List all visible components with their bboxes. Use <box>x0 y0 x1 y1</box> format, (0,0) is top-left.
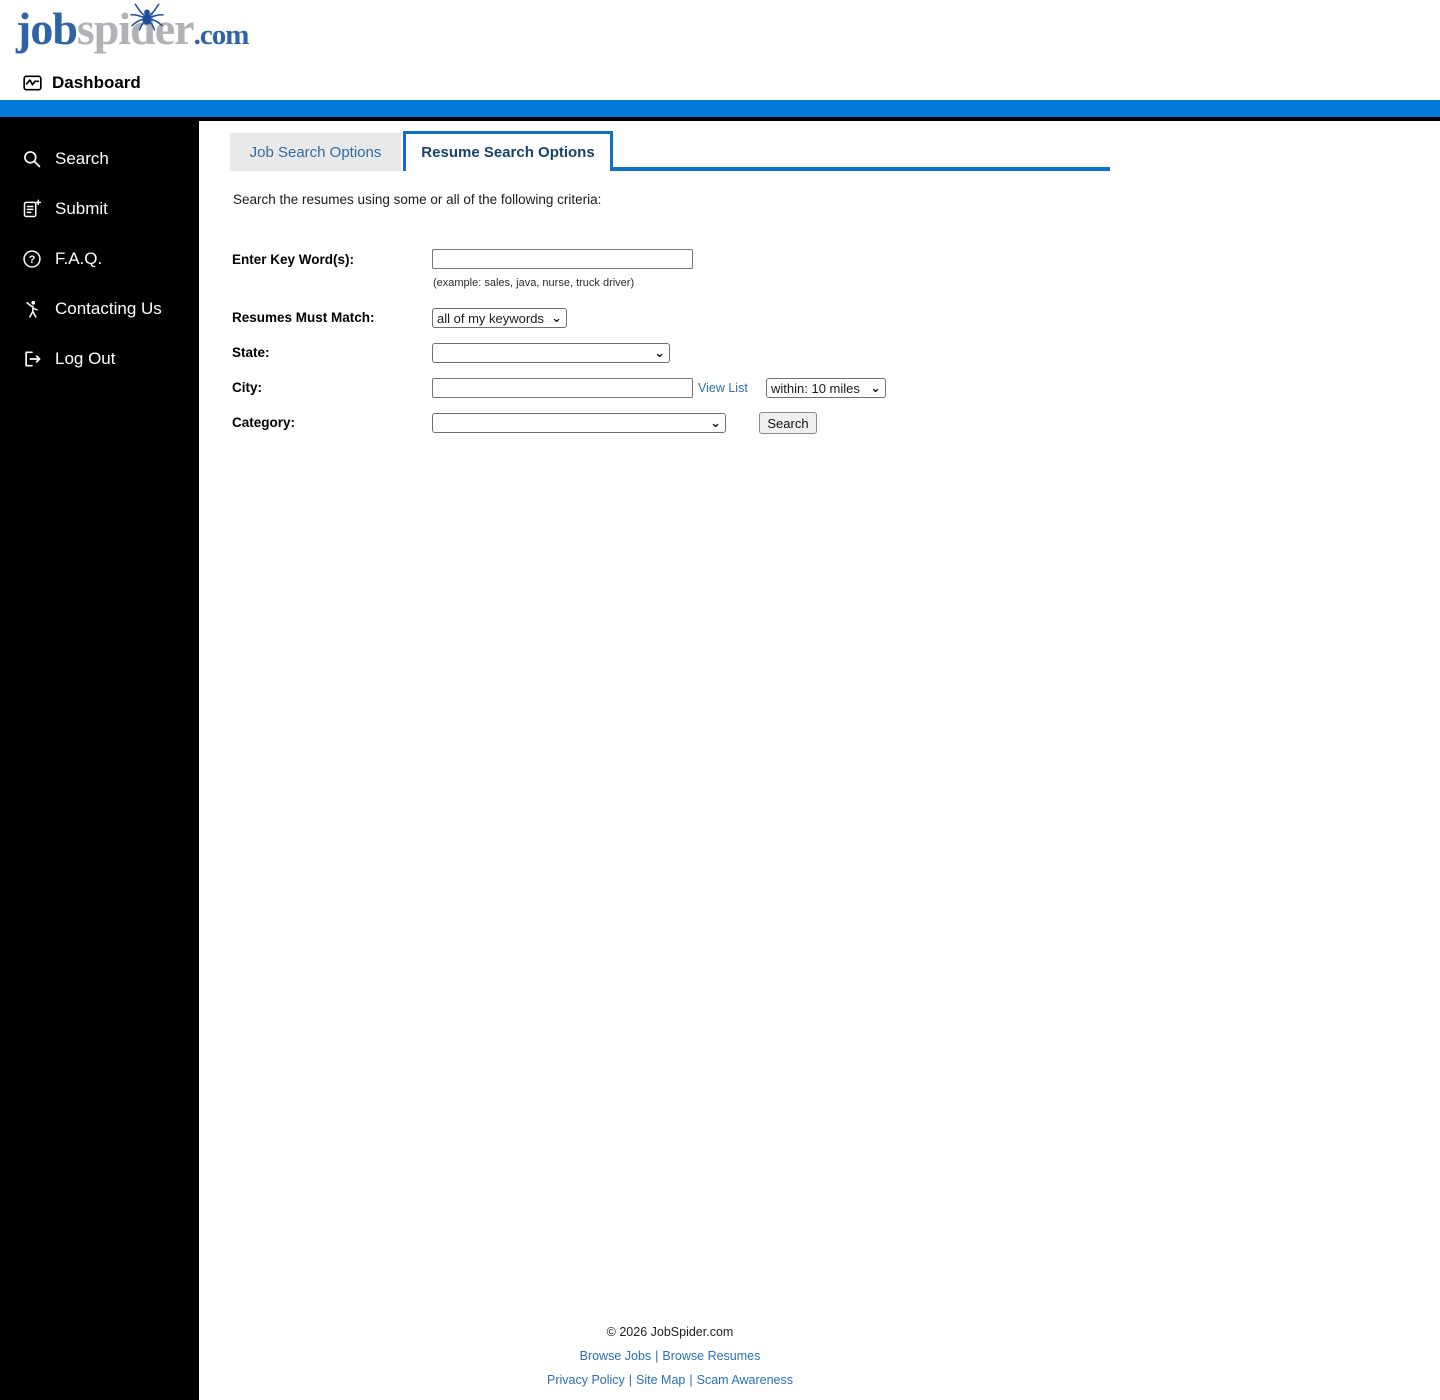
search-icon <box>24 151 41 168</box>
sidebar-item-label: Contacting Us <box>55 299 162 318</box>
state-select[interactable] <box>432 343 670 363</box>
sidebar-item-contacting-us[interactable]: Contacting Us <box>0 284 199 334</box>
logout-arrow-icon <box>25 351 41 367</box>
browse-resumes-link[interactable]: Browse Resumes <box>662 1349 760 1363</box>
tab-underline <box>613 167 1110 171</box>
dashboard-nav[interactable]: Dashboard <box>22 73 141 93</box>
sidebar-item-label: Log Out <box>55 349 116 368</box>
logo-text-job: job <box>16 3 78 54</box>
scam-awareness-link[interactable]: Scam Awareness <box>697 1373 793 1387</box>
logo-text-com: .com <box>193 19 250 51</box>
footer-separator: | <box>655 1349 659 1363</box>
state-label: State: <box>232 345 270 360</box>
footer-links-row-1: Browse Jobs | Browse Resumes <box>199 1349 1141 1363</box>
sidebar-item-search[interactable]: Search <box>0 134 199 184</box>
sidebar: Search Submit ? F.A.Q. Contacting Us Log… <box>0 121 199 1400</box>
sidebar-item-submit[interactable]: Submit <box>0 184 199 234</box>
footer-separator: | <box>628 1373 633 1387</box>
view-list-link[interactable]: View List <box>698 381 748 395</box>
waving-person-icon <box>26 300 38 318</box>
footer-separator: | <box>689 1373 693 1387</box>
sidebar-item-log-out[interactable]: Log Out <box>0 334 199 384</box>
sidebar-menu: Search Submit ? F.A.Q. Contacting Us Log… <box>0 134 199 384</box>
keywords-hint: (example: sales, java, nurse, truck driv… <box>433 277 635 289</box>
jobspider-logo[interactable]: jobspider.com <box>16 2 250 64</box>
keywords-label: Enter Key Word(s): <box>232 252 355 267</box>
city-input[interactable] <box>432 378 693 398</box>
dashboard-icon <box>23 75 42 91</box>
page: jobspider.com Dashboard Search Submit ? … <box>0 0 1440 1400</box>
dashboard-label: Dashboard <box>52 73 141 92</box>
svg-text:?: ? <box>29 254 36 266</box>
footer-links-row-2: Privacy Policy | Site Map | Scam Awareness <box>199 1373 1141 1387</box>
city-label: City: <box>232 380 262 395</box>
keywords-input[interactable] <box>432 249 693 269</box>
tab-job-search-options[interactable]: Job Search Options <box>230 133 401 171</box>
category-label: Category: <box>232 415 296 430</box>
sidebar-item-label: Search <box>55 149 109 168</box>
browse-jobs-link[interactable]: Browse Jobs <box>580 1349 652 1363</box>
resumes-must-match-select[interactable]: all of my keywords <box>432 308 567 328</box>
copyright-text: © 2026 JobSpider.com <box>606 1325 734 1339</box>
search-button[interactable]: Search <box>759 412 817 434</box>
header: jobspider.com Dashboard <box>0 0 1440 100</box>
tab-resume-search-options[interactable]: Resume Search Options <box>403 131 613 171</box>
sidebar-item-faq[interactable]: ? F.A.Q. <box>0 234 199 284</box>
form-intro-text: Search the resumes using some or all of … <box>233 192 602 207</box>
question-circle-icon: ? <box>23 250 41 268</box>
top-accent-bar <box>0 100 1440 117</box>
city-radius-select[interactable]: within: 10 miles <box>766 378 886 398</box>
resumes-must-match-label: Resumes Must Match: <box>232 310 375 325</box>
privacy-policy-link[interactable]: Privacy Policy <box>547 1373 625 1387</box>
header-divider <box>0 117 1440 121</box>
sidebar-item-label: Submit <box>55 199 108 218</box>
footer: © 2026 JobSpider.com Browse Jobs | Browse … <box>199 1325 1141 1387</box>
sidebar-item-label: F.A.Q. <box>55 249 103 268</box>
submit-document-icon <box>23 199 42 218</box>
category-select[interactable] <box>432 413 726 433</box>
spider-icon <box>130 3 164 31</box>
site-map-link[interactable]: Site Map <box>636 1373 685 1387</box>
